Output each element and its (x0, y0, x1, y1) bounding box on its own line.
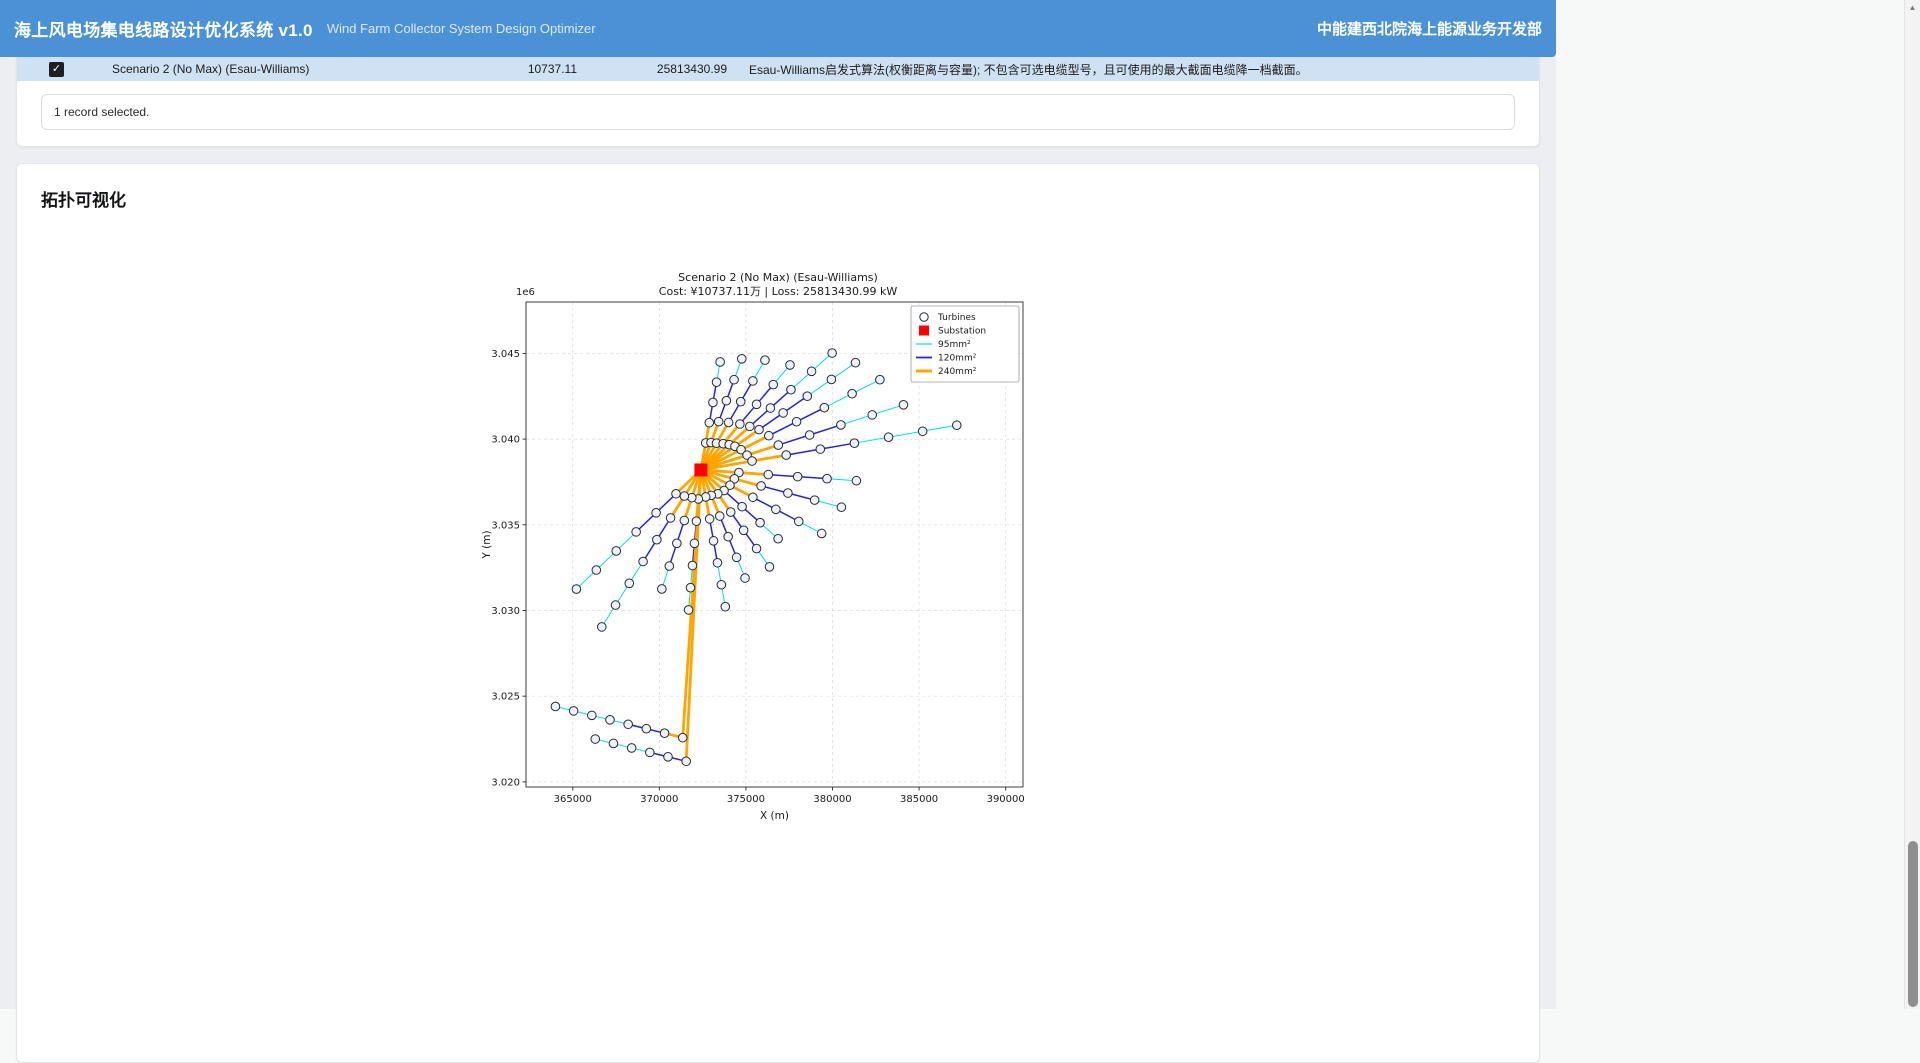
svg-text:3.020: 3.020 (491, 777, 520, 788)
app-window: 海上风电场集电线路设计优化系统 v1.0 Wind Farm Collector… (0, 0, 1556, 1009)
svg-text:Y (m): Y (m) (481, 530, 493, 559)
scrollbar-thumb[interactable] (1908, 841, 1918, 1007)
svg-text:370000: 370000 (640, 794, 678, 805)
figure-wrap: 365000 370000 375000 380000 385000 390000 3.02… (17, 267, 1539, 829)
app-header: 海上风电场集电线路设计优化系统 v1.0 Wind Farm Collector… (0, 0, 1556, 57)
svg-text:240mm²: 240mm² (938, 367, 977, 377)
svg-text:1e6: 1e6 (516, 287, 535, 298)
svg-text:375000: 375000 (727, 794, 765, 805)
svg-text:3.040: 3.040 (491, 435, 520, 446)
svg-text:390000: 390000 (987, 794, 1025, 805)
scenario-name: Scenario 2 (No Max) (Esau-Williams) (112, 62, 447, 76)
svg-text:Turbines: Turbines (937, 313, 976, 323)
svg-text:Substation: Substation (938, 327, 986, 337)
svg-text:385000: 385000 (900, 794, 938, 805)
org-name: 中能建西北院海上能源业务开发部 (1317, 18, 1542, 39)
app-title: 海上风电场集电线路设计优化系统 v1.0 (14, 16, 313, 41)
page-content: ✓ Scenario 2 (No Max) (Esau-Williams) 10… (0, 57, 1556, 1063)
svg-text:95mm²: 95mm² (938, 340, 971, 350)
scrollbar[interactable]: ▲ (1904, 0, 1920, 1009)
svg-text:380000: 380000 (813, 794, 851, 805)
svg-text:Scenario 2 (No Max) (Esau-Will: Scenario 2 (No Max) (Esau-Williams) (678, 271, 878, 284)
svg-text:3.045: 3.045 (491, 349, 520, 360)
row-checkbox[interactable]: ✓ (49, 62, 64, 77)
svg-text:3.030: 3.030 (491, 606, 520, 617)
svg-text:3.025: 3.025 (491, 692, 520, 703)
page-background-gap (1556, 0, 1904, 1009)
topology-plot: 365000 370000 375000 380000 385000 390000 3.02… (478, 267, 1078, 829)
app-subtitle: Wind Farm Collector System Design Optimi… (327, 21, 596, 36)
scenario-cost: 10737.11 (447, 62, 577, 76)
table-row[interactable]: ✓ Scenario 2 (No Max) (Esau-Williams) 10… (17, 57, 1539, 81)
records-selected-text: 1 record selected. (41, 94, 1515, 130)
svg-text:3.035: 3.035 (491, 520, 520, 531)
scenario-loss: 25813430.99 (577, 62, 727, 76)
svg-text:X (m): X (m) (760, 810, 789, 822)
scenario-table-card: ✓ Scenario 2 (No Max) (Esau-Williams) 10… (16, 57, 1540, 147)
section-title: 拓扑可视化 (17, 164, 1539, 211)
scenario-description: Esau-Williams启发式算法(权衡距离与容量); 不包含可选电缆型号，且… (749, 61, 1539, 78)
scrollbar-up-icon[interactable]: ▲ (1905, 3, 1920, 12)
row-checkbox-cell: ✓ (17, 62, 112, 77)
svg-text:365000: 365000 (554, 794, 592, 805)
check-icon: ✓ (52, 63, 61, 75)
topology-card: 拓扑可视化 365000 370000 375000 380000 385000 3900… (16, 163, 1540, 1063)
svg-text:Cost: ¥10737.11万 | Loss: 25813: Cost: ¥10737.11万 | Loss: 25813430.99 kW (659, 285, 898, 298)
table-footer: 1 record selected. (17, 81, 1539, 146)
svg-text:120mm²: 120mm² (938, 354, 977, 364)
